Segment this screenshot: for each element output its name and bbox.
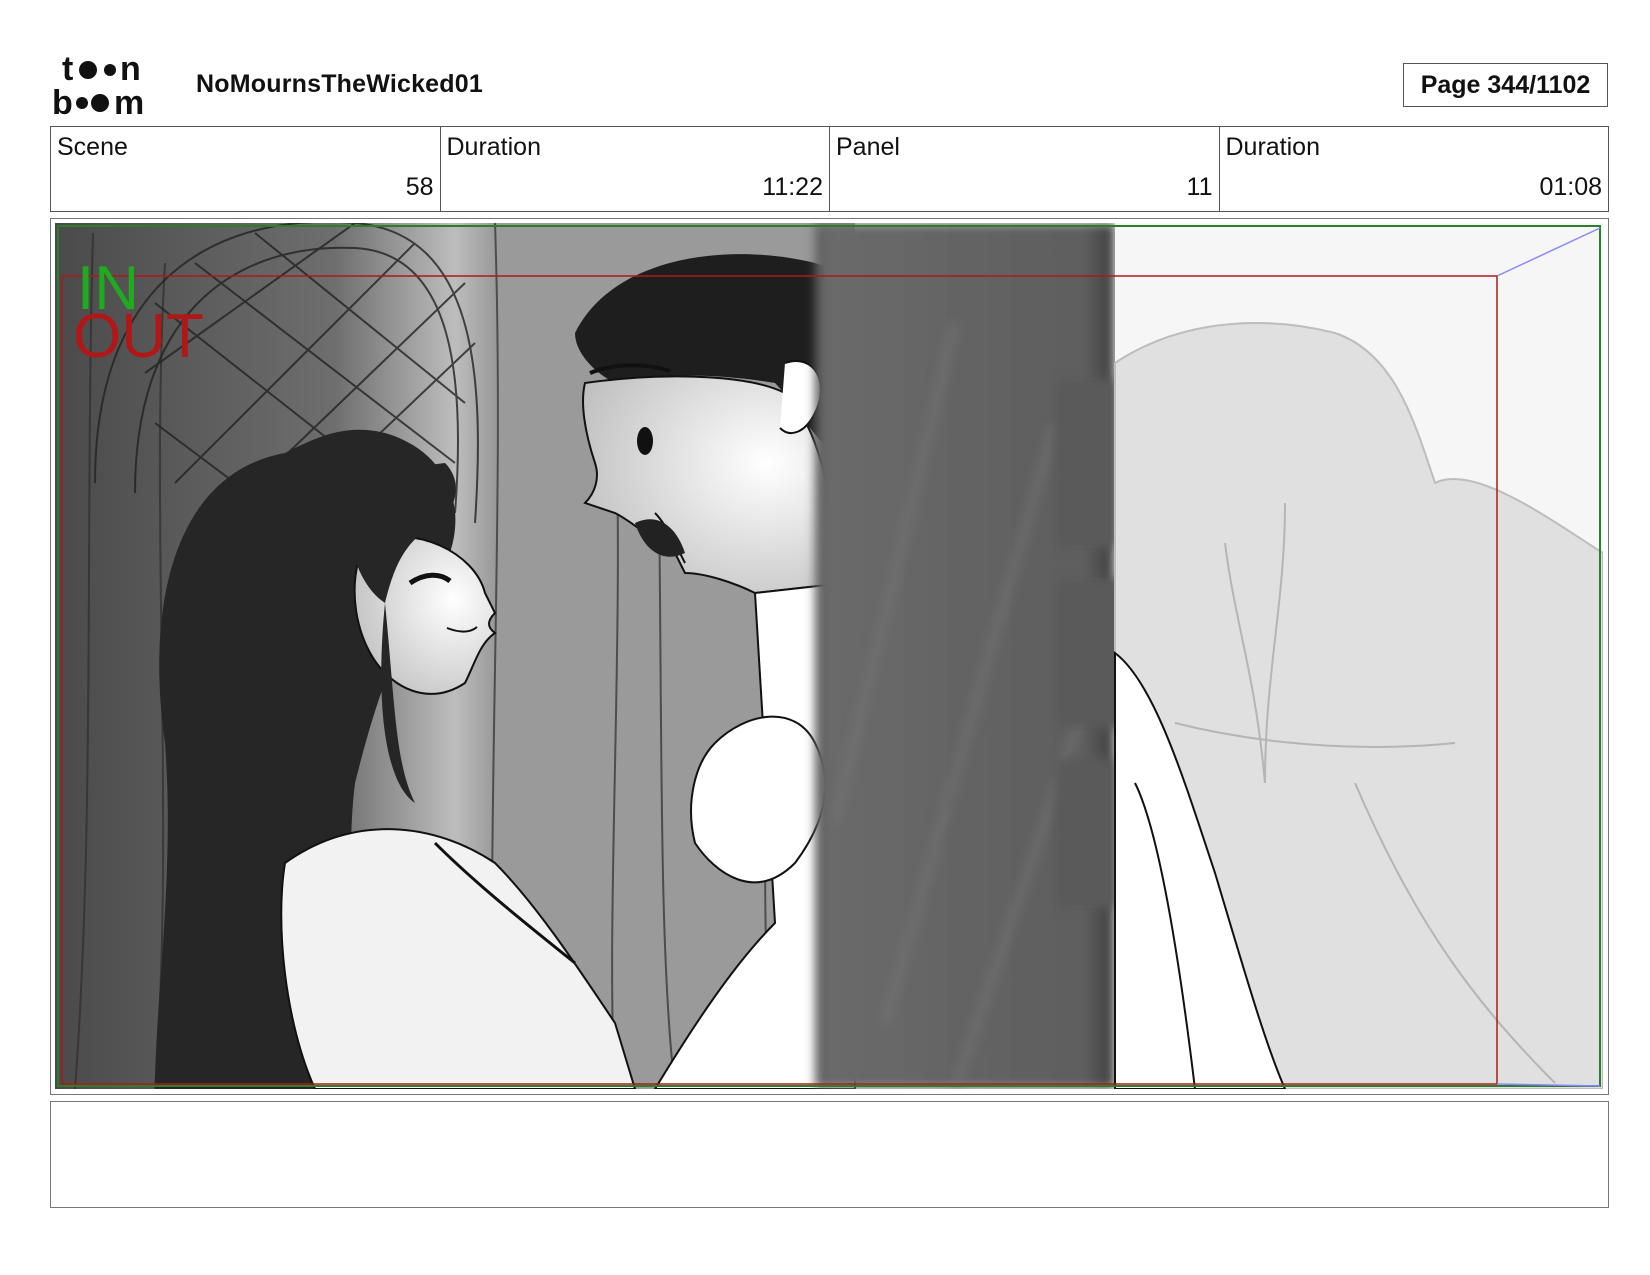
toon-boom-logo: t n b m xyxy=(52,52,170,118)
panel-duration-value: 01:08 xyxy=(1539,173,1602,201)
project-title: NoMournsTheWicked01 xyxy=(196,70,483,98)
out-label: OUT xyxy=(73,302,204,371)
scene-duration-value: 11:22 xyxy=(762,173,823,201)
svg-text:m: m xyxy=(114,84,144,118)
scene-duration-label: Duration xyxy=(446,133,542,161)
page-indicator: Page 344/1102 xyxy=(1403,63,1608,107)
storyboard-panel: IN OUT xyxy=(50,218,1609,1095)
panel-label: Panel xyxy=(836,133,900,161)
panel-duration-label: Duration xyxy=(1225,133,1321,161)
panel-value: 11 xyxy=(1186,173,1213,201)
panel-drawing: IN OUT xyxy=(55,223,1603,1089)
scene-value: 58 xyxy=(405,173,434,201)
svg-text:n: n xyxy=(120,52,141,88)
panel-cell: Panel 11 xyxy=(830,127,1220,211)
panel-notes-box[interactable] xyxy=(50,1101,1609,1208)
scene-duration-cell: Duration 11:22 xyxy=(441,127,830,211)
scene-info-table: Scene 58 Duration 11:22 Panel 11 Duratio… xyxy=(50,126,1609,212)
scene-cell: Scene 58 xyxy=(51,127,441,211)
svg-text:b: b xyxy=(52,84,73,118)
panel-duration-cell: Duration 01:08 xyxy=(1220,127,1609,211)
svg-text:t: t xyxy=(62,52,73,88)
scene-label: Scene xyxy=(57,133,128,161)
